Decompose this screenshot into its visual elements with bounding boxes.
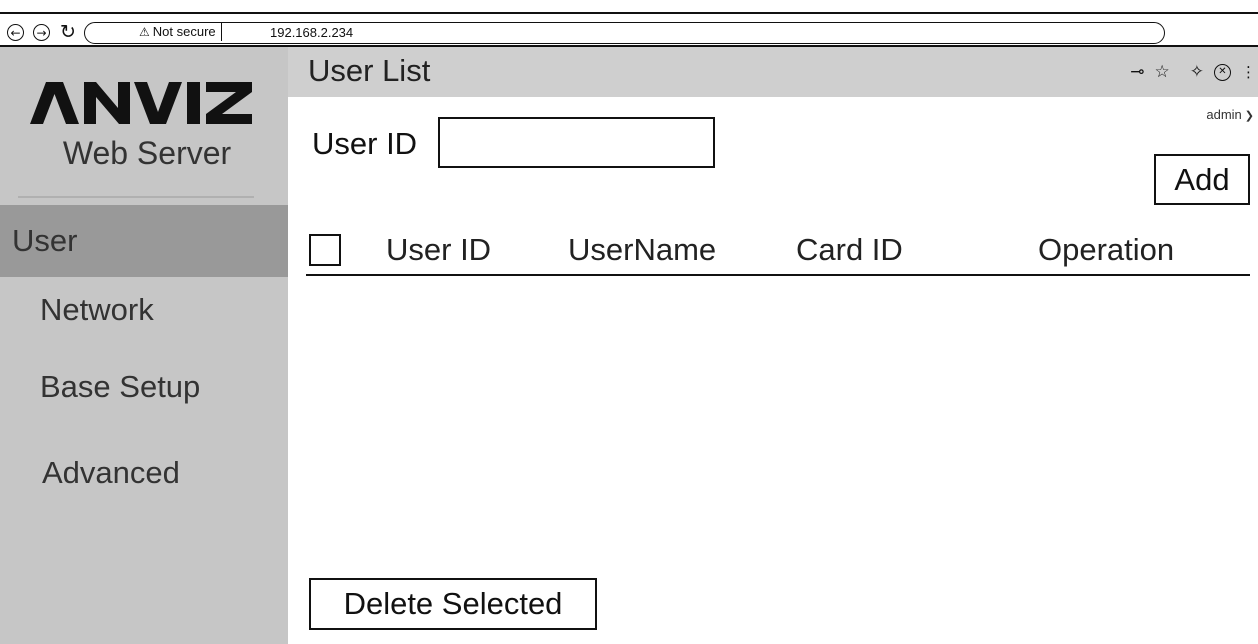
warning-icon: ⚠ xyxy=(139,24,150,39)
back-icon[interactable]: ← xyxy=(7,24,24,41)
url-text[interactable]: 192.168.2.234 xyxy=(270,25,353,40)
column-header-card-id[interactable]: Card ID xyxy=(796,232,903,268)
chevron-down-icon: ❯ xyxy=(1244,110,1254,122)
user-id-input[interactable] xyxy=(438,117,715,168)
sidebar: Web Server User Network Base Setup Advan… xyxy=(0,47,288,644)
security-indicator[interactable]: ⚠ Not secure xyxy=(133,22,222,44)
brand-subtitle: Web Server xyxy=(62,135,232,171)
sidebar-item-base-setup[interactable]: Base Setup xyxy=(0,369,288,405)
table-header: User ID UserName Card ID Operation xyxy=(306,228,1250,276)
key-icon[interactable]: ⊸ xyxy=(1130,62,1144,82)
more-vertical-icon[interactable]: ⋮ xyxy=(1241,62,1256,82)
sidebar-item-user[interactable]: User xyxy=(0,205,288,277)
column-header-username[interactable]: UserName xyxy=(568,232,716,268)
star-icon[interactable]: ☆ xyxy=(1155,62,1170,82)
select-all-checkbox[interactable] xyxy=(309,234,341,266)
close-circle-icon[interactable]: ✕ xyxy=(1214,63,1231,81)
security-label: Not secure xyxy=(152,24,216,39)
anviz-logo xyxy=(30,82,252,124)
add-button[interactable]: Add xyxy=(1154,154,1250,205)
column-header-user-id[interactable]: User ID xyxy=(386,232,491,268)
sidebar-item-advanced[interactable]: Advanced xyxy=(0,455,288,491)
address-bar[interactable] xyxy=(84,22,1165,44)
delete-selected-button[interactable]: Delete Selected xyxy=(309,578,597,630)
account-name: admin xyxy=(1206,107,1242,122)
column-header-operation: Operation xyxy=(1038,232,1175,267)
user-id-label: User ID xyxy=(312,126,418,161)
page-header: User List ⊸ ☆ ✧ ✕ ⋮ xyxy=(288,47,1258,97)
account-menu[interactable]: admin ❯ xyxy=(1206,107,1254,122)
sidebar-divider xyxy=(18,196,254,198)
extension-icon[interactable]: ✧ xyxy=(1190,62,1204,82)
page-title: User List xyxy=(308,53,431,88)
reload-icon[interactable]: ↻ xyxy=(60,21,76,43)
browser-action-icons: ⊸ ☆ ✧ ✕ ⋮ xyxy=(1130,62,1256,82)
forward-icon[interactable]: → xyxy=(33,24,50,41)
window-edge xyxy=(0,12,1258,14)
sidebar-item-network[interactable]: Network xyxy=(0,292,288,328)
browser-toolbar: ← → ↻ ⚠ Not secure 192.168.2.234 xyxy=(0,0,1258,47)
